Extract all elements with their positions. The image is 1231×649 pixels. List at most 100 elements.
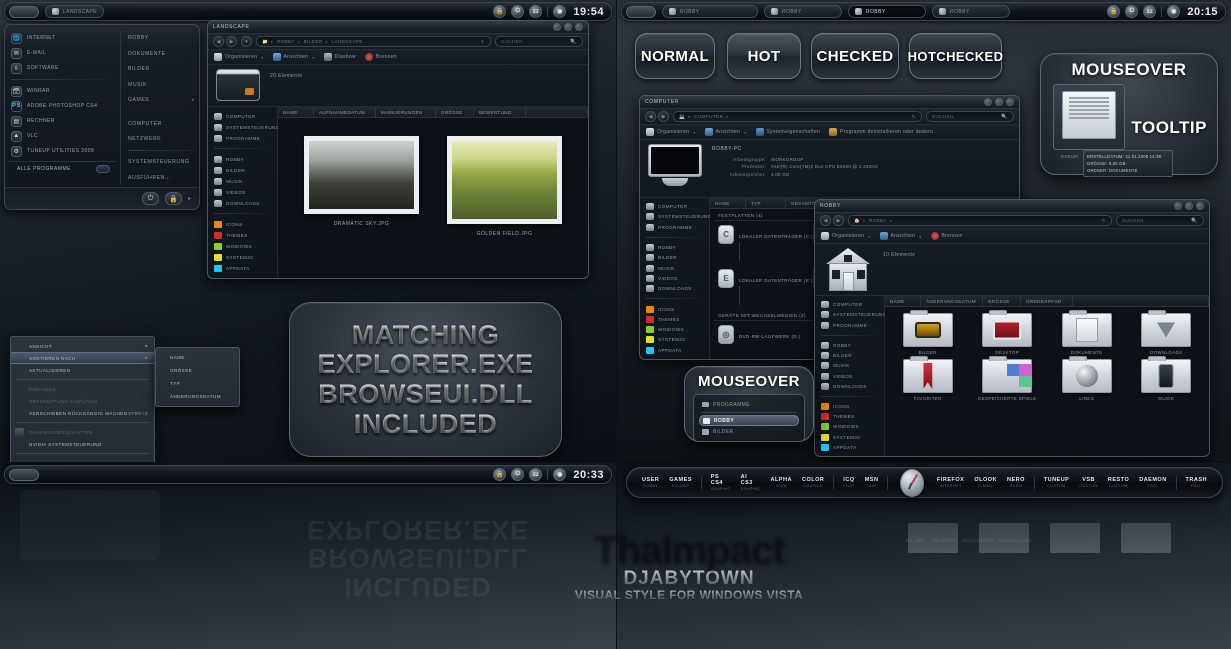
window-titlebar[interactable]: COMPUTER xyxy=(640,96,1019,109)
dock-item-daemon[interactable]: DAEMON TOOL xyxy=(1134,477,1171,488)
dock-item-alpha[interactable]: ALPHA ICON xyxy=(766,477,797,488)
power-icon[interactable]: ⏻ xyxy=(511,468,525,481)
start-item-email[interactable]: ✉ E-MAIL xyxy=(9,46,116,60)
taskbar-bottom-left[interactable]: 🔒 ⏻ zz ◉ 20:33 xyxy=(4,465,612,484)
sidebar-item-system32[interactable]: SYSTEM32 xyxy=(646,335,705,344)
dock-item-vsb[interactable]: VSB CUSTOM xyxy=(1074,477,1103,488)
toolbar-organize[interactable]: Organisieren ▾ xyxy=(214,53,264,61)
power-icon[interactable]: ⏻ xyxy=(511,5,525,18)
context-menu[interactable]: ANSICHT ▸ SORTIEREN NACH ▸ AKTUALISIEREN… xyxy=(10,336,155,462)
submenu-item-name[interactable]: NAME xyxy=(156,351,239,364)
taskbar-task-robby-1[interactable]: ROBBY xyxy=(662,5,758,18)
dock-item-ps-cs4[interactable]: PS CS4 GRAPHIC xyxy=(706,474,736,491)
column-header-blank[interactable] xyxy=(526,107,588,117)
breadcrumb-0[interactable]: ROBBY xyxy=(869,218,887,223)
sidebar-item-windows[interactable]: WINDOWS xyxy=(646,325,705,334)
start-item-vlc[interactable]: ▲ VLC xyxy=(9,129,116,143)
dock-item-msn[interactable]: MSN CHAT xyxy=(860,477,884,488)
start-item-rechner[interactable]: ▤ RECHNER xyxy=(9,114,116,128)
sidebar-item-system32[interactable]: SYSTEM32 xyxy=(214,252,273,262)
refresh-icon[interactable]: ↻ xyxy=(912,114,916,120)
sidebar-item-downloads[interactable]: DOWNLOADS xyxy=(821,382,880,391)
submenu-item-aenderungsdatum[interactable]: ÄNDERUNGSDATUM xyxy=(156,390,239,403)
start-right-item-bilder[interactable]: BILDER xyxy=(128,62,195,77)
sidebar-item-robby[interactable]: ROBBY xyxy=(646,243,705,252)
mouseover-row-programme[interactable]: PROGRAMME xyxy=(699,399,799,410)
taskbar-task-robby-4[interactable]: ROBBY xyxy=(932,5,1010,18)
maximize-button[interactable] xyxy=(1185,202,1193,210)
start-button[interactable] xyxy=(9,468,39,481)
dock-item-olook[interactable]: OLOOK E-MAIL xyxy=(969,477,1002,488)
sidebar-item-themes[interactable]: THEMES xyxy=(214,230,273,240)
dock-item-games[interactable]: GAMES FOLDER xyxy=(664,477,697,488)
folder-item-favoriten[interactable]: FAVORITEN xyxy=(889,356,967,401)
context-item-sortieren-nach[interactable]: SORTIEREN NACH ▸ xyxy=(11,352,154,364)
toolbar-organize[interactable]: Organisieren ▾ xyxy=(821,232,871,240)
file-item-dramatic-sky[interactable]: DRAMATIC SKY.JPG xyxy=(304,136,419,237)
all-programs-button[interactable]: ALLE PROGRAMME xyxy=(9,161,116,175)
sidebar-item-bilder[interactable]: BILDER xyxy=(646,253,705,262)
taskbar-task-landscape[interactable]: LANDSCAPE xyxy=(45,5,104,18)
window-landscape[interactable]: LANDSCAPE ◀ ▶ ▾ 📁 ▸ ROBBY ▸ BILDER ▸ LAN… xyxy=(207,20,589,279)
sidebar-item-computer[interactable]: COMPUTER xyxy=(214,111,273,121)
dock-item-color[interactable]: COLOR GRAPHIC xyxy=(797,477,829,488)
start-item-photoshop[interactable]: Ps ADOBE PHOTOSHOP CS4 xyxy=(9,99,116,113)
sidebar-item-programme[interactable]: PROGRAMME xyxy=(646,223,705,232)
context-item-ansicht[interactable]: ANSICHT ▸ xyxy=(11,340,154,352)
lock-icon[interactable]: 🔒 xyxy=(493,5,507,18)
mouseover-row-robby[interactable]: ROBBY xyxy=(699,415,799,426)
toolbar-uninstall[interactable]: Programm deinstallieren oder ändern xyxy=(829,128,933,136)
column-header-size[interactable]: GRÖSSE xyxy=(983,296,1021,306)
folder-item-bilder[interactable]: BILDER xyxy=(889,310,967,355)
address-bar[interactable]: 💻 ▸ COMPUTER ▸ ↻ xyxy=(673,111,922,122)
column-header-date[interactable]: AUFNAHMEDATUM xyxy=(314,107,376,117)
minimize-button[interactable] xyxy=(984,98,992,106)
demo-button-hot[interactable]: HOT xyxy=(727,33,801,79)
taskbar-top-right[interactable]: ROBBY ROBBY ROBBY ROBBY 🔒 ⏻ zz ◉ 20:15 xyxy=(621,2,1226,21)
sleep-icon[interactable]: zz xyxy=(529,5,543,18)
folder-item-dokumente[interactable]: DOKUMENTE xyxy=(1048,310,1126,355)
folder-item-desktop[interactable]: DESKTOP xyxy=(969,310,1047,355)
file-item-golden-field[interactable]: GOLDEN FIELD.JPG xyxy=(447,136,562,237)
start-item-winrar[interactable]: 🗃 WINRAR xyxy=(9,84,116,98)
breadcrumb-1[interactable]: BILDER xyxy=(304,39,323,44)
maximize-button[interactable] xyxy=(995,98,1003,106)
analog-clock-icon[interactable] xyxy=(900,468,924,497)
file-area[interactable]: DRAMATIC SKY.JPG GOLDEN FIELD.JPG xyxy=(278,118,588,278)
chevron-right-icon[interactable]: ▸ xyxy=(188,195,191,202)
column-header-modified[interactable]: ÄNDERUNGSDATUM xyxy=(921,296,983,306)
refresh-icon[interactable]: ↻ xyxy=(481,39,485,45)
lock-icon[interactable]: 🔒 xyxy=(1107,5,1121,18)
toolbar-slideshow[interactable]: Diashow xyxy=(323,53,356,61)
start-button[interactable] xyxy=(626,5,656,18)
sidebar-item-icons[interactable]: ICONS xyxy=(646,304,705,313)
minimize-button[interactable] xyxy=(553,23,561,31)
toolbar-views[interactable]: Ansichten ▾ xyxy=(272,53,315,61)
column-header-size[interactable]: GRÖSSE xyxy=(436,107,474,117)
sidebar-item-bilder[interactable]: BILDER xyxy=(214,165,273,175)
sidebar-item-themes[interactable]: THEMES xyxy=(821,412,880,421)
folder-item-downloads[interactable]: DOWNLOADS xyxy=(1128,310,1206,355)
dock-item-tuneup[interactable]: TUNEUP CUSTOM xyxy=(1039,477,1075,488)
sidebar-item-robby[interactable]: ROBBY xyxy=(214,154,273,164)
mouseover-row-bilder[interactable]: BILDER xyxy=(699,426,799,437)
search-input[interactable]: SUCHEN 🔍 xyxy=(926,111,1014,122)
breadcrumb-2[interactable]: LANDSCAPE xyxy=(331,39,362,44)
sleep-icon[interactable]: zz xyxy=(529,468,543,481)
sidebar-item-system32[interactable]: SYSTEM32 xyxy=(821,433,880,442)
forward-button[interactable]: ▶ xyxy=(658,111,669,122)
column-header-path[interactable]: ORDNERPFAD xyxy=(1021,296,1073,306)
address-bar[interactable]: 🏠 ▸ ROBBY ▸ ↻ xyxy=(848,215,1112,226)
sidebar-item-appdata[interactable]: APPDATA xyxy=(646,346,705,355)
selected-item-box[interactable] xyxy=(1053,84,1125,150)
dock-item-user[interactable]: USER ROBBY xyxy=(637,477,664,488)
toolbar-views[interactable]: Ansichten ▾ xyxy=(704,128,747,136)
sidebar-item-downloads[interactable]: DOWNLOADS xyxy=(214,198,273,208)
back-button[interactable]: ◀ xyxy=(645,111,656,122)
start-right-item-robby[interactable]: ROBBY xyxy=(128,31,195,46)
sidebar-item-windows[interactable]: WINDOWS xyxy=(214,241,273,251)
start-right-item-musik[interactable]: MUSIK xyxy=(128,78,195,93)
window-titlebar[interactable]: ROBBY xyxy=(815,200,1209,213)
start-menu[interactable]: 🌐 INTERNET ✉ E-MAIL ⇩ SOFTWARE 🗃 WINRAR … xyxy=(4,24,200,210)
window-titlebar[interactable]: LANDSCAPE xyxy=(208,21,588,34)
